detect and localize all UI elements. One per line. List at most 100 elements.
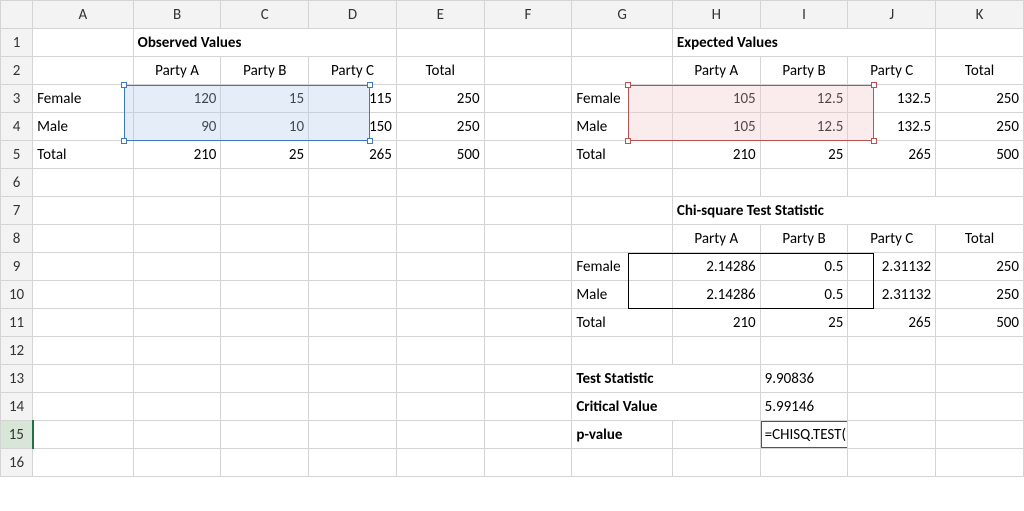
row-header-16[interactable]: 16 bbox=[1, 449, 33, 477]
cell-F2[interactable] bbox=[484, 57, 572, 85]
cell-F4[interactable] bbox=[484, 113, 572, 141]
cell-H2[interactable]: Party A bbox=[672, 57, 760, 85]
col-header-F[interactable]: F bbox=[484, 1, 572, 29]
cell-G5[interactable]: Total bbox=[572, 141, 673, 169]
cell-B4[interactable]: 90 bbox=[133, 113, 221, 141]
col-header-H[interactable]: H bbox=[672, 1, 760, 29]
row-header-2[interactable]: 2 bbox=[1, 57, 33, 85]
cell-G15[interactable]: p-value bbox=[572, 421, 673, 449]
row-header-14[interactable]: 14 bbox=[1, 393, 33, 421]
cell-I3[interactable]: 12.5 bbox=[760, 85, 848, 113]
row-header-15[interactable]: 15 bbox=[1, 421, 33, 449]
cell-E1[interactable] bbox=[396, 29, 484, 57]
cell-G3[interactable]: Female bbox=[572, 85, 673, 113]
cell-A1[interactable] bbox=[33, 29, 134, 57]
cell-D3[interactable]: 115 bbox=[309, 85, 397, 113]
cell-G9[interactable]: Female bbox=[572, 253, 673, 281]
cell-A4[interactable]: Male bbox=[33, 113, 134, 141]
row-header-11[interactable]: 11 bbox=[1, 309, 33, 337]
cell-H1[interactable]: Expected Values bbox=[672, 29, 935, 57]
cell-J2[interactable]: Party C bbox=[848, 57, 936, 85]
col-header-E[interactable]: E bbox=[396, 1, 484, 29]
col-header-G[interactable]: G bbox=[572, 1, 673, 29]
col-header-K[interactable]: K bbox=[936, 1, 1024, 29]
cell-K11[interactable]: 500 bbox=[936, 309, 1024, 337]
cell-I13[interactable]: 9.90836 bbox=[760, 365, 848, 393]
cell-A5[interactable]: Total bbox=[33, 141, 134, 169]
cell-C3[interactable]: 15 bbox=[221, 85, 309, 113]
cell-F1[interactable] bbox=[484, 29, 572, 57]
cell-J4[interactable]: 132.5 bbox=[848, 113, 936, 141]
cell-B3[interactable]: 120 bbox=[133, 85, 221, 113]
cell-B2[interactable]: Party A bbox=[133, 57, 221, 85]
row-header-10[interactable]: 10 bbox=[1, 281, 33, 309]
cell-C5[interactable]: 25 bbox=[221, 141, 309, 169]
cell-D4[interactable]: 150 bbox=[309, 113, 397, 141]
cell-I15-formula[interactable]: =CHISQ.TEST(B3:D4, H3:J4) bbox=[760, 421, 848, 449]
cell-C2[interactable]: Party B bbox=[221, 57, 309, 85]
cell-G4[interactable]: Male bbox=[572, 113, 673, 141]
row-header-4[interactable]: 4 bbox=[1, 113, 33, 141]
cell-K5[interactable]: 500 bbox=[936, 141, 1024, 169]
cell-I4[interactable]: 12.5 bbox=[760, 113, 848, 141]
cell-I8[interactable]: Party B bbox=[760, 225, 848, 253]
col-header-C[interactable]: C bbox=[221, 1, 309, 29]
cell-K8[interactable]: Total bbox=[936, 225, 1024, 253]
cell-H11[interactable]: 210 bbox=[672, 309, 760, 337]
cell-I9[interactable]: 0.5 bbox=[760, 253, 848, 281]
cell-J3[interactable]: 132.5 bbox=[848, 85, 936, 113]
cell-I5[interactable]: 25 bbox=[760, 141, 848, 169]
row-header-12[interactable]: 12 bbox=[1, 337, 33, 365]
row-header-8[interactable]: 8 bbox=[1, 225, 33, 253]
cell-A3[interactable]: Female bbox=[33, 85, 134, 113]
col-header-I[interactable]: I bbox=[760, 1, 848, 29]
col-header-A[interactable]: A bbox=[33, 1, 134, 29]
cell-D2[interactable]: Party C bbox=[309, 57, 397, 85]
cell-J9[interactable]: 2.31132 bbox=[848, 253, 936, 281]
cell-H3[interactable]: 105 bbox=[672, 85, 760, 113]
cell-G11[interactable]: Total bbox=[572, 309, 673, 337]
row-header-13[interactable]: 13 bbox=[1, 365, 33, 393]
cell-H10[interactable]: 2.14286 bbox=[672, 281, 760, 309]
cell-I10[interactable]: 0.5 bbox=[760, 281, 848, 309]
row-header-3[interactable]: 3 bbox=[1, 85, 33, 113]
row-header-9[interactable]: 9 bbox=[1, 253, 33, 281]
spreadsheet[interactable]: A B C D E F G H I J K 1 Observed Values … bbox=[0, 0, 1024, 477]
cell-E5[interactable]: 500 bbox=[396, 141, 484, 169]
cell-K9[interactable]: 250 bbox=[936, 253, 1024, 281]
col-header-B[interactable]: B bbox=[133, 1, 221, 29]
cell-E2[interactable]: Total bbox=[396, 57, 484, 85]
cell-B5[interactable]: 210 bbox=[133, 141, 221, 169]
cell-K2[interactable]: Total bbox=[936, 57, 1024, 85]
worksheet-grid[interactable]: A B C D E F G H I J K 1 Observed Values … bbox=[0, 0, 1024, 477]
cell-F3[interactable] bbox=[484, 85, 572, 113]
cell-K4[interactable]: 250 bbox=[936, 113, 1024, 141]
cell-H8[interactable]: Party A bbox=[672, 225, 760, 253]
row-header-7[interactable]: 7 bbox=[1, 197, 33, 225]
cell-G1[interactable] bbox=[572, 29, 673, 57]
cell-K1[interactable] bbox=[936, 29, 1024, 57]
cell-G2[interactable] bbox=[572, 57, 673, 85]
cell-A2[interactable] bbox=[33, 57, 134, 85]
cell-I14[interactable]: 5.99146 bbox=[760, 393, 848, 421]
cell-K3[interactable]: 250 bbox=[936, 85, 1024, 113]
cell-H9[interactable]: 2.14286 bbox=[672, 253, 760, 281]
cell-B1[interactable]: Observed Values bbox=[133, 29, 396, 57]
cell-H4[interactable]: 105 bbox=[672, 113, 760, 141]
col-header-D[interactable]: D bbox=[309, 1, 397, 29]
row-header-6[interactable]: 6 bbox=[1, 169, 33, 197]
cell-I2[interactable]: Party B bbox=[760, 57, 848, 85]
cell-I11[interactable]: 25 bbox=[760, 309, 848, 337]
cell-D5[interactable]: 265 bbox=[309, 141, 397, 169]
cell-E3[interactable]: 250 bbox=[396, 85, 484, 113]
row-header-5[interactable]: 5 bbox=[1, 141, 33, 169]
cell-J5[interactable]: 265 bbox=[848, 141, 936, 169]
cell-G10[interactable]: Male bbox=[572, 281, 673, 309]
col-header-J[interactable]: J bbox=[848, 1, 936, 29]
cell-F5[interactable] bbox=[484, 141, 572, 169]
cell-K10[interactable]: 250 bbox=[936, 281, 1024, 309]
cell-J11[interactable]: 265 bbox=[848, 309, 936, 337]
cell-H7[interactable]: Chi-square Test Statistic bbox=[672, 197, 1023, 225]
select-all-cell[interactable] bbox=[1, 1, 33, 29]
cell-J10[interactable]: 2.31132 bbox=[848, 281, 936, 309]
